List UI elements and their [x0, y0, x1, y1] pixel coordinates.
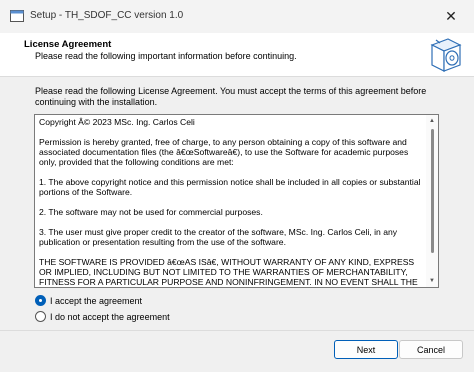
installer-icon	[10, 10, 24, 22]
close-button[interactable]: ✕	[428, 0, 474, 33]
license-paragraph: 1. The above copyright notice and this p…	[39, 177, 421, 197]
window-title: Setup - TH_SDOF_CC version 1.0	[30, 10, 184, 21]
license-paragraph: THE SOFTWARE IS PROVIDED â€œAS ISâ€, WIT…	[39, 257, 418, 287]
license-paragraph: 3. The user must give proper credit to t…	[39, 227, 398, 247]
license-content: Copyright Â© 2023 MSc. Ing. Carlos Celi …	[39, 117, 425, 287]
license-paragraph: Copyright Â© 2023 MSc. Ing. Carlos Celi	[39, 117, 195, 127]
license-paragraph: Permission is hereby granted, free of ch…	[39, 137, 409, 167]
scroll-thumb[interactable]	[431, 129, 434, 253]
accept-radio[interactable]	[35, 295, 46, 306]
license-text-area[interactable]: Copyright Â© 2023 MSc. Ing. Carlos Celi …	[34, 114, 439, 288]
decline-radio[interactable]	[35, 311, 46, 322]
next-button[interactable]: Next	[334, 340, 398, 359]
decline-option[interactable]: I do not accept the agreement	[35, 311, 170, 322]
page-title: License Agreement	[24, 39, 112, 50]
scroll-up-arrow-icon[interactable]: ▲	[429, 118, 435, 124]
decline-label: I do not accept the agreement	[50, 311, 170, 322]
software-box-disc-icon	[430, 38, 462, 72]
intro-text: Please read the following License Agreem…	[35, 86, 427, 107]
page-subtitle: Please read the following important info…	[35, 51, 297, 61]
accept-label: I accept the agreement	[50, 295, 143, 306]
license-paragraph: 2. The software may not be used for comm…	[39, 207, 263, 217]
scroll-down-arrow-icon[interactable]: ▼	[429, 278, 435, 284]
title-bar: Setup - TH_SDOF_CC version 1.0 ✕	[0, 0, 474, 33]
wizard-header: License Agreement Please read the follow…	[0, 33, 474, 77]
vertical-scrollbar[interactable]: ▲ ▼	[426, 115, 438, 287]
footer-divider	[0, 330, 474, 331]
cancel-button[interactable]: Cancel	[399, 340, 463, 359]
accept-option[interactable]: I accept the agreement	[35, 295, 142, 306]
